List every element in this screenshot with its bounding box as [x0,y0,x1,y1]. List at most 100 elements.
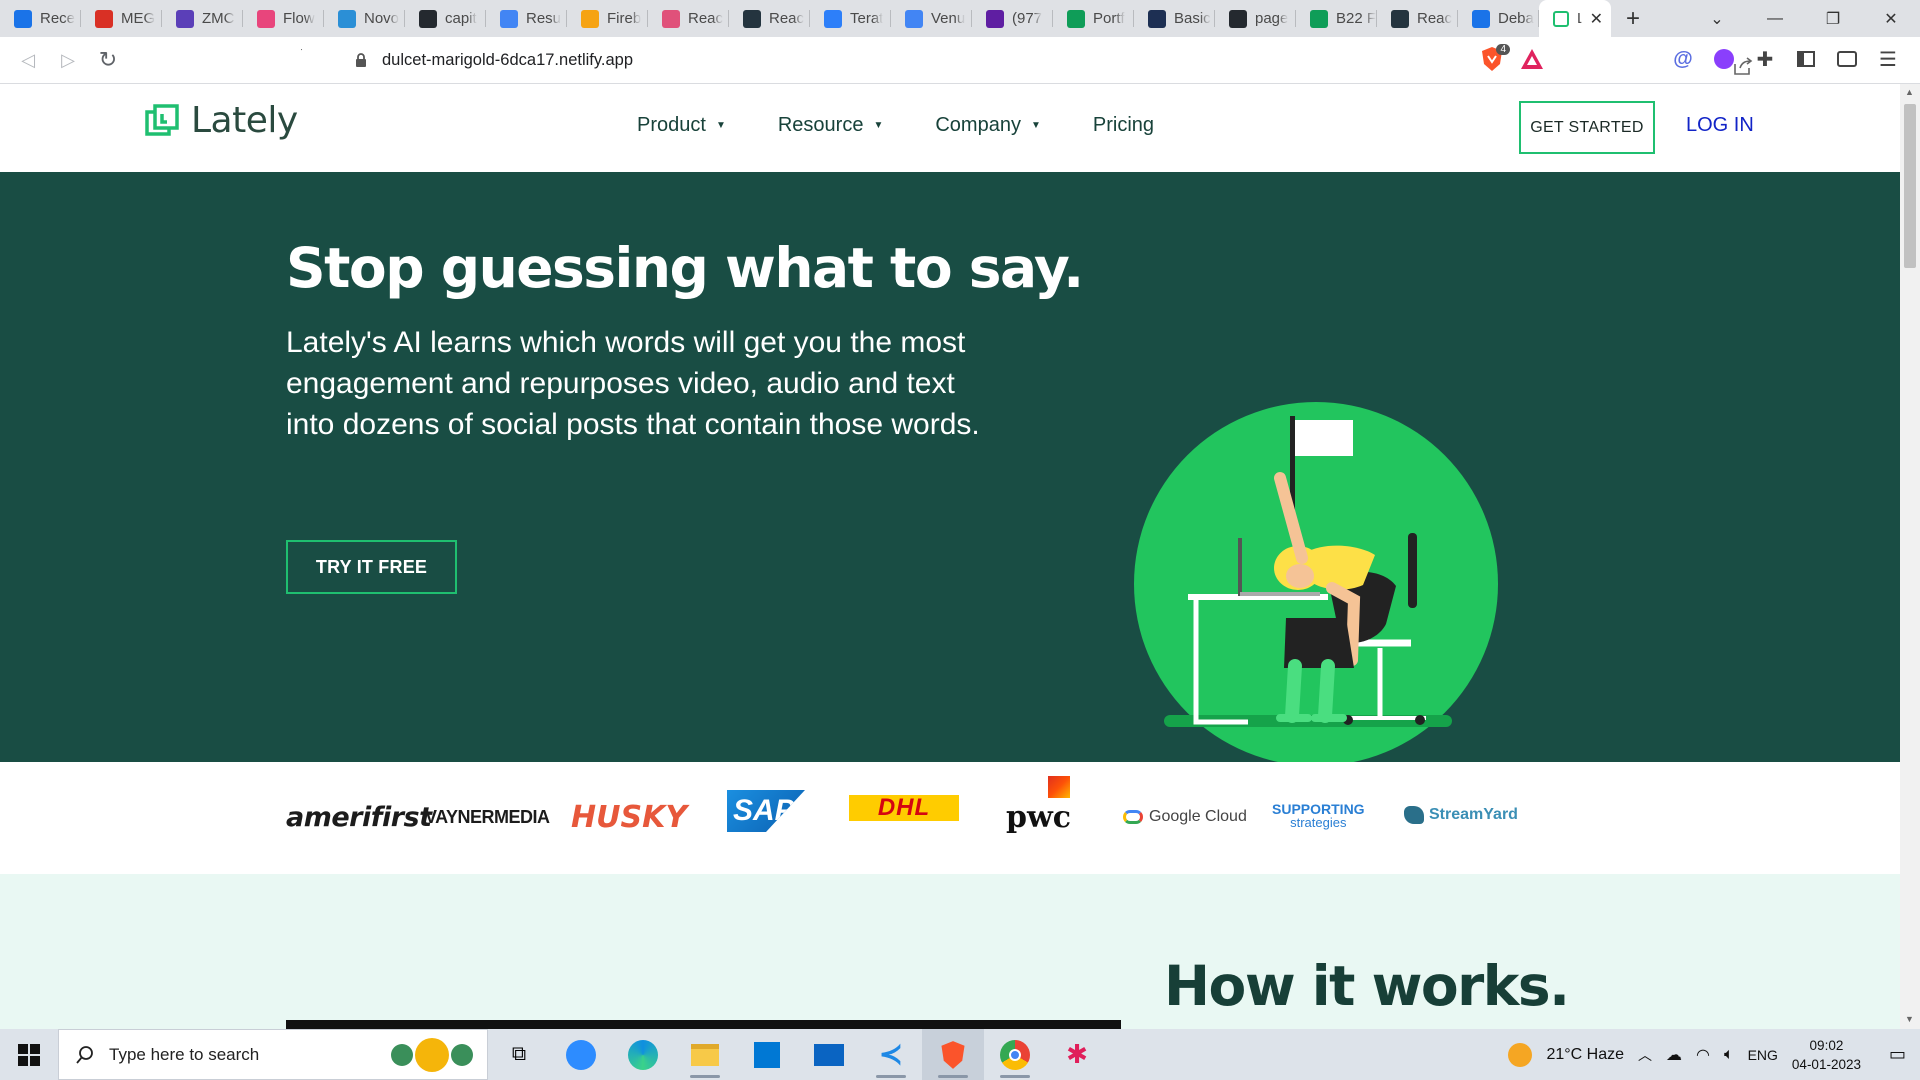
scroll-down-icon[interactable]: ▼ [1905,1014,1914,1024]
brave-browser-icon[interactable] [922,1029,984,1080]
tab-title: B22 F [1336,10,1377,27]
weather-icon[interactable] [1508,1042,1533,1067]
slack-icon[interactable]: ✱ [1046,1029,1108,1080]
logo-supporting-strategies: SUPPORTING strategies [1272,802,1365,830]
page-scrollbar[interactable]: ▲ ▼ [1900,84,1920,1029]
close-icon[interactable]: ✕ [1590,9,1603,29]
address-bar[interactable]: dulcet-marigold-6dca17.netlify.app [298,43,1753,77]
browser-tab[interactable]: Rece [0,0,81,37]
logo-husky: HUSKY [571,800,688,835]
file-explorer-icon[interactable] [674,1029,736,1080]
tab-title: ZMC [202,10,235,27]
extension-purple-icon[interactable] [1713,48,1735,70]
nav-item-resource[interactable]: Resource ▼ [778,114,884,137]
taskbar-search[interactable]: Type here to search [58,1029,488,1080]
browser-tab[interactable]: Portf [1053,0,1134,37]
gmail-icon [95,9,113,28]
get-started-button[interactable]: GET STARTED [1519,101,1655,154]
lock-icon [356,53,366,67]
login-link[interactable]: LOG IN [1686,114,1754,137]
tab-title: Reac [1417,10,1453,27]
onedrive-icon[interactable]: ☁ [1666,1045,1682,1065]
video-player[interactable] [286,1020,1121,1029]
github-icon [1229,9,1247,28]
lately-logo[interactable]: Lately [145,100,298,141]
browser-tab[interactable]: MEG [81,0,162,37]
windows-start-icon[interactable] [0,1029,58,1080]
react-icon [662,9,680,28]
google-cloud-icon [1123,810,1143,824]
scroll-up-icon[interactable]: ▲ [1905,87,1914,97]
browser-tab[interactable]: Fireb [567,0,648,37]
tab-title: Basic [1174,10,1211,27]
browser-tab[interactable]: Reac [729,0,810,37]
close-window-icon[interactable]: ✕ [1862,0,1920,37]
clock[interactable]: 09:02 04-01-2023 [1792,1036,1861,1074]
browser-tab[interactable]: Terat [810,0,891,37]
brave-rewards-icon[interactable] [1520,48,1544,70]
browser-tab[interactable]: (977 [972,0,1053,37]
back-icon[interactable]: ◁ [8,40,48,80]
logo-pwc: pwc [1006,776,1086,836]
nav-item-label: Product [637,114,706,136]
browser-tab[interactable]: ZMC [162,0,243,37]
forward-icon[interactable]: ▷ [48,40,88,80]
google-drive-icon [14,9,32,28]
zoom-icon[interactable] [550,1029,612,1080]
chevron-up-icon[interactable]: ︿ [1638,1045,1652,1065]
wallet-icon[interactable] [1836,48,1858,70]
brave-icons: 4 [1480,44,1544,72]
flow-icon [257,9,275,28]
browser-tab[interactable]: Basic [1134,0,1215,37]
nav-item-company[interactable]: Company ▼ [935,114,1041,137]
browser-tab[interactable]: Novo [324,0,405,37]
new-tab-button[interactable]: + [1611,5,1655,33]
weather-text[interactable]: 21°C Haze [1546,1046,1624,1064]
browser-tab[interactable]: Reac [1377,0,1458,37]
lately-logo-icon [145,103,179,136]
wifi-icon[interactable]: ◠ [1696,1045,1710,1065]
minimize-icon[interactable]: — [1746,0,1804,37]
caret-down-icon: ▼ [715,120,726,131]
browser-tab[interactable]: Reac [648,0,729,37]
nav-item-pricing[interactable]: Pricing [1093,114,1154,137]
brave-shield-icon[interactable]: 4 [1480,44,1510,72]
forms-icon [176,9,194,28]
browser-tab[interactable]: B22 F [1296,0,1377,37]
microsoft-store-icon[interactable] [736,1029,798,1080]
volume-icon[interactable]: 🔈︎ [1724,1046,1734,1064]
tab-search-icon[interactable]: ⌄ [1688,0,1746,37]
extensions-puzzle-icon[interactable]: ✚ [1754,48,1776,71]
scrollbar-thumb[interactable] [1904,104,1916,268]
tab-title: Deba [1498,10,1534,27]
sidebar-icon[interactable] [1795,48,1817,70]
tab-title: (977 [1012,10,1043,27]
menu-icon[interactable]: ☰ [1877,48,1899,71]
vscode-icon[interactable]: ≺ [860,1029,922,1080]
language-indicator[interactable]: ENG [1748,1047,1778,1063]
tab-title: Rece [40,10,76,27]
browser-tab[interactable]: Resu [486,0,567,37]
pwc-mark-icon [1048,776,1070,798]
browser-tab[interactable]: Deba [1458,0,1539,37]
nav-item-product[interactable]: Product ▼ [637,114,726,137]
restore-icon[interactable]: ❐ [1804,0,1862,37]
logo-sap: SAP [727,790,805,832]
browser-tab[interactable]: capit [405,0,486,37]
edge-icon[interactable] [612,1029,674,1080]
try-it-free-button[interactable]: TRY IT FREE [286,540,457,594]
tab-active[interactable]: La ✕ [1539,0,1611,37]
browser-tab[interactable]: Flow [243,0,324,37]
reload-icon[interactable]: ↻ [88,40,128,80]
browser-tab[interactable]: page [1215,0,1296,37]
tab-title: page [1255,10,1289,27]
task-view-icon[interactable]: ⧉ [488,1029,550,1080]
tab-title: La [1577,10,1582,27]
extension-at-icon[interactable]: @ [1672,48,1694,70]
notifications-icon[interactable]: ▭ [1889,1044,1906,1065]
browser-tab[interactable]: Venu [891,0,972,37]
chrome-icon[interactable] [984,1029,1046,1080]
window-controls: ⌄ — ❐ ✕ [1688,0,1920,37]
mail-icon[interactable] [798,1029,860,1080]
logo-supporting-text: SUPPORTING [1272,801,1365,817]
